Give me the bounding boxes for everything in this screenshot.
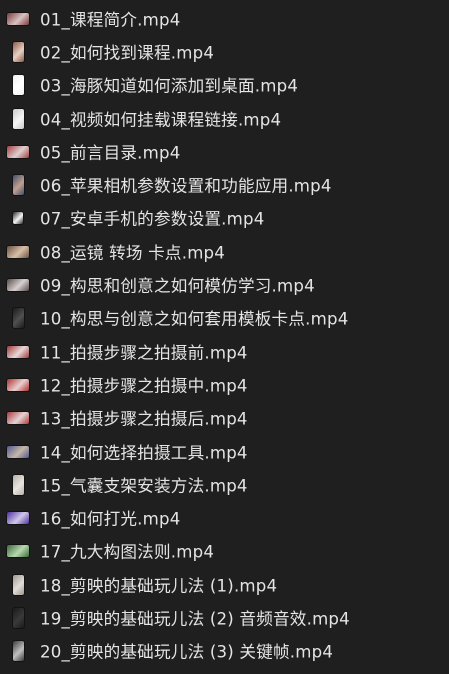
video-thumbnail-icon [6,206,30,230]
video-thumbnail-icon [6,306,30,330]
thumbnail-image [12,108,24,129]
video-thumbnail-icon [6,173,30,197]
file-row[interactable]: 03_海豚知道如何添加到桌面.mp4 [0,69,449,102]
thumbnail-image [13,212,23,225]
video-thumbnail-icon [6,107,30,131]
thumbnail-image [12,75,24,96]
file-row[interactable]: 02_如何找到课程.mp4 [0,35,449,68]
file-name: 09_构思和创意之如何模仿学习.mp4 [40,276,315,296]
file-row[interactable]: 07_安卓手机的参数设置.mp4 [0,202,449,235]
video-thumbnail-icon [6,639,30,663]
file-row[interactable]: 17_九大构图法则.mp4 [0,535,449,568]
file-name: 06_苹果相机参数设置和功能应用.mp4 [40,176,332,196]
file-name: 20_剪映的基础玩儿法 (3) 关键帧.mp4 [40,642,334,662]
video-thumbnail-icon [6,140,30,164]
thumbnail-image [7,378,29,391]
thumbnail-image [7,412,29,425]
video-thumbnail-icon [6,406,30,430]
file-name: 10_构思与创意之如何套用模板卡点.mp4 [40,309,349,329]
file-name: 12_拍摄步骤之拍摄中.mp4 [40,376,248,396]
video-thumbnail-icon [6,7,30,31]
file-name: 03_海豚知道如何添加到桌面.mp4 [40,76,299,96]
file-list: 01_课程简介.mp4 02_如何找到课程.mp4 03_海豚知道如何添加到桌面.m… [0,0,449,674]
thumbnail-image [12,308,24,329]
video-thumbnail-icon [6,73,30,97]
file-name: 01_课程简介.mp4 [40,10,181,30]
thumbnail-image [12,574,24,595]
file-row[interactable]: 05_前言目录.mp4 [0,135,449,168]
file-row[interactable]: 04_视频如何挂载课程链接.mp4 [0,102,449,135]
file-row[interactable]: 16_如何打光.mp4 [0,501,449,534]
file-row[interactable]: 01_课程简介.mp4 [0,2,449,35]
video-thumbnail-icon [6,506,30,530]
file-name: 16_如何打光.mp4 [40,509,181,529]
video-thumbnail-icon [6,40,30,64]
file-row[interactable]: 08_运镜 转场 卡点.mp4 [0,235,449,268]
video-thumbnail-icon [6,573,30,597]
thumbnail-image [7,545,29,558]
video-thumbnail-icon [6,240,30,264]
file-name: 08_运镜 转场 卡点.mp4 [40,243,226,263]
thumbnail-image [7,279,29,292]
file-name: 04_视频如何挂载课程链接.mp4 [40,110,282,130]
file-name: 11_拍摄步骤之拍摄前.mp4 [40,343,248,363]
thumbnail-image [7,12,29,25]
video-thumbnail-icon [6,473,30,497]
thumbnail-image [12,175,24,196]
file-name: 13_拍摄步骤之拍摄后.mp4 [40,409,248,429]
thumbnail-image [7,512,29,525]
file-row[interactable]: 18_剪映的基础玩儿法 (1).mp4 [0,568,449,601]
file-name: 15_气囊支架安装方法.mp4 [40,476,248,496]
thumbnail-image [12,607,24,628]
file-row[interactable]: 11_拍摄步骤之拍摄前.mp4 [0,335,449,368]
thumbnail-image [7,245,29,258]
thumbnail-image [12,41,24,62]
video-thumbnail-icon [6,373,30,397]
thumbnail-image [12,474,24,495]
file-row[interactable]: 15_气囊支架安装方法.mp4 [0,468,449,501]
file-name: 19_剪映的基础玩儿法 (2) 音频音效.mp4 [40,609,350,629]
video-thumbnail-icon [6,440,30,464]
video-thumbnail-icon [6,606,30,630]
video-thumbnail-icon [6,273,30,297]
file-row[interactable]: 06_苹果相机参数设置和功能应用.mp4 [0,168,449,201]
file-name: 07_安卓手机的参数设置.mp4 [40,209,265,229]
file-name: 14_如何选择拍摄工具.mp4 [40,443,248,463]
file-row[interactable]: 09_构思和创意之如何模仿学习.mp4 [0,268,449,301]
file-row[interactable]: 19_剪映的基础玩儿法 (2) 音频音效.mp4 [0,601,449,634]
thumbnail-image [7,145,29,158]
file-row[interactable]: 14_如何选择拍摄工具.mp4 [0,435,449,468]
video-thumbnail-icon [6,340,30,364]
file-name: 18_剪映的基础玩儿法 (1).mp4 [40,576,278,596]
file-row[interactable]: 20_剪映的基础玩儿法 (3) 关键帧.mp4 [0,635,449,668]
file-row[interactable]: 13_拍摄步骤之拍摄后.mp4 [0,402,449,435]
thumbnail-image [12,641,24,662]
file-name: 05_前言目录.mp4 [40,143,181,163]
file-row[interactable]: 10_构思与创意之如何套用模板卡点.mp4 [0,302,449,335]
file-name: 02_如何找到课程.mp4 [40,43,215,63]
video-thumbnail-icon [6,539,30,563]
file-row[interactable]: 12_拍摄步骤之拍摄中.mp4 [0,368,449,401]
file-name: 17_九大构图法则.mp4 [40,542,215,562]
thumbnail-image [7,445,29,458]
thumbnail-image [7,345,29,358]
